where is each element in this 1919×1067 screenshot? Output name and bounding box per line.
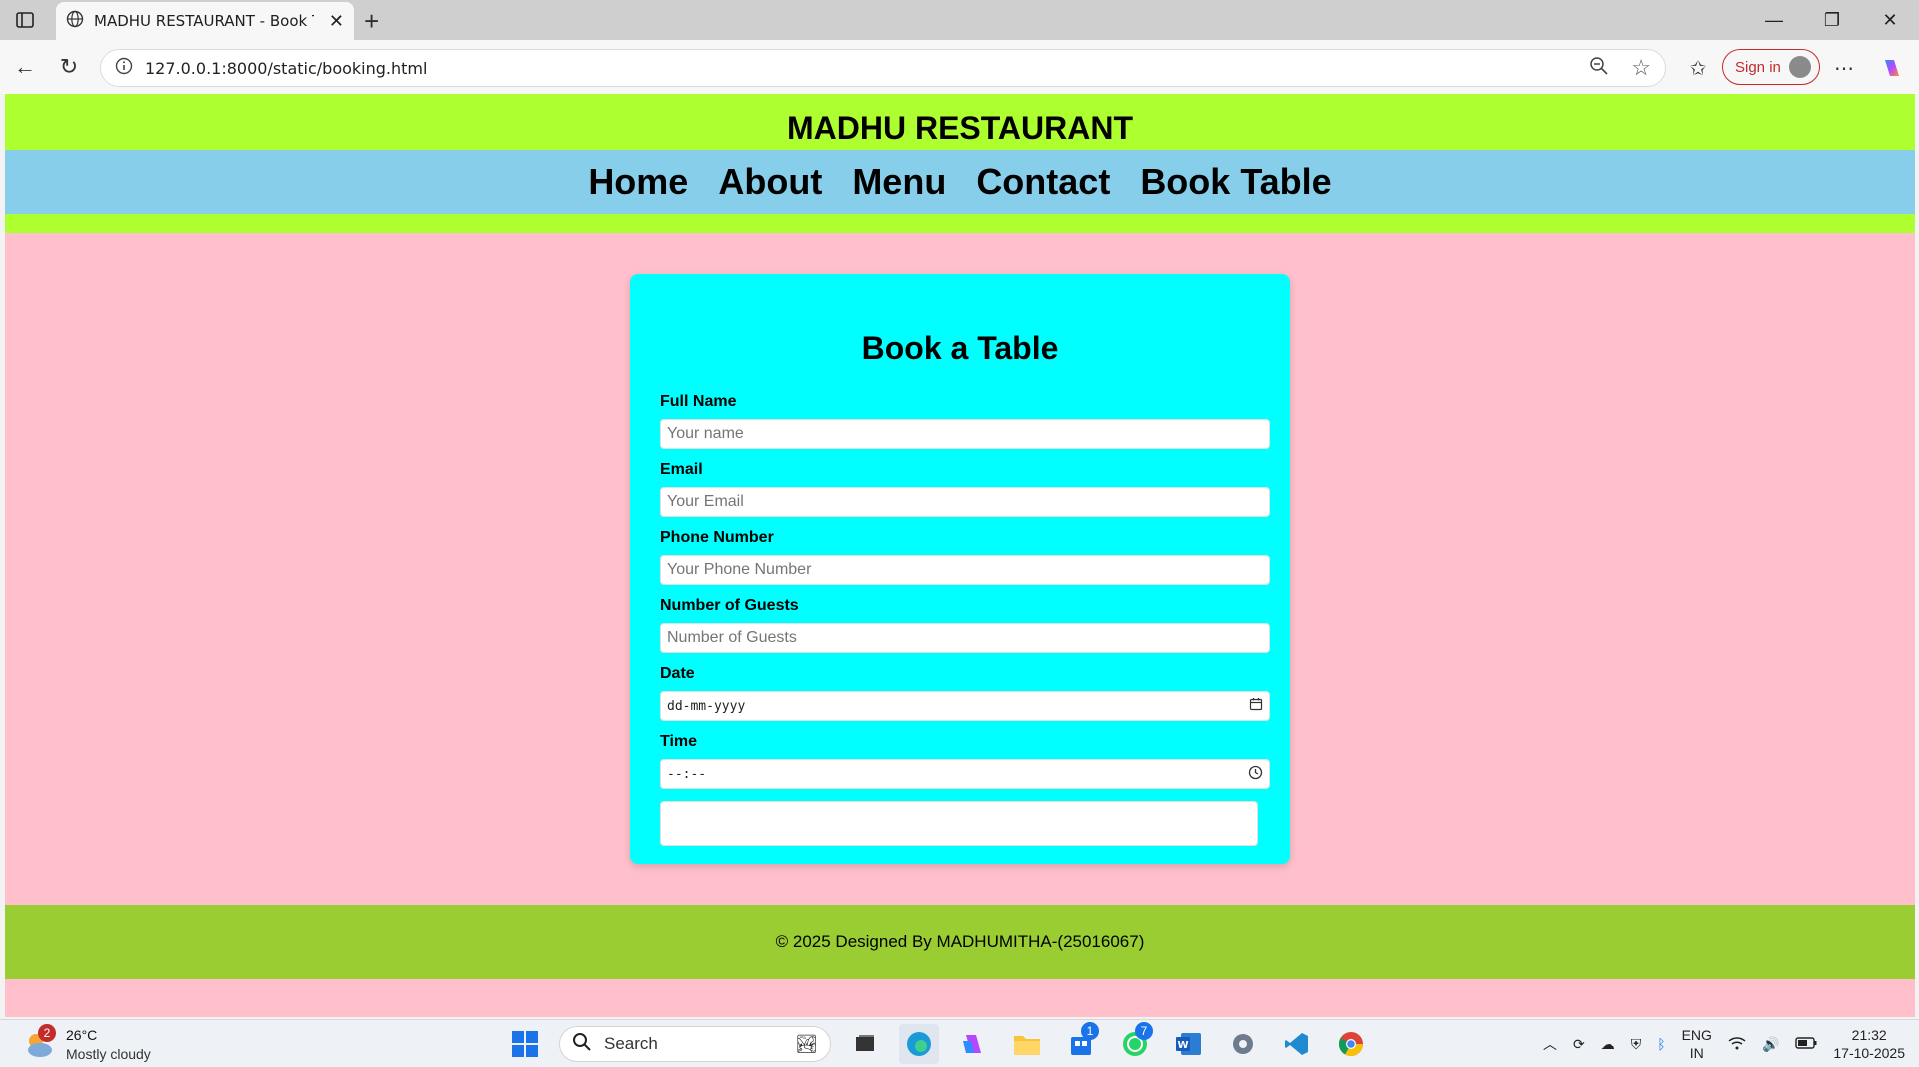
battery-icon[interactable] bbox=[1795, 1036, 1817, 1052]
info-icon[interactable] bbox=[115, 57, 133, 80]
wifi-icon[interactable] bbox=[1728, 1036, 1746, 1053]
reload-icon[interactable]: ↻ bbox=[54, 52, 84, 82]
language-line2: IN bbox=[1689, 1045, 1704, 1061]
copilot-app-icon[interactable] bbox=[953, 1024, 993, 1064]
date-label: Date bbox=[660, 665, 695, 682]
browser-tab-bar: MADHU RESTAURANT - Book Tab ✕ + — ❐ ✕ bbox=[0, 0, 1919, 40]
phone-input[interactable] bbox=[660, 555, 1270, 585]
sync-icon[interactable]: ⟳ bbox=[1573, 1036, 1585, 1053]
restore-icon[interactable]: ❐ bbox=[1803, 0, 1861, 40]
file-explorer-icon[interactable] bbox=[1007, 1024, 1047, 1064]
guests-label: Number of Guests bbox=[660, 597, 799, 614]
submit-button[interactable] bbox=[660, 801, 1258, 846]
svg-text:W: W bbox=[1177, 1040, 1188, 1051]
site-title: MADHU RESTAURANT bbox=[786, 110, 1134, 146]
guests-input[interactable] bbox=[660, 623, 1270, 653]
calendar-icon[interactable] bbox=[1249, 697, 1263, 715]
task-view-icon[interactable] bbox=[845, 1024, 885, 1064]
sidebar-icon[interactable] bbox=[10, 8, 40, 32]
settings-icon[interactable] bbox=[1223, 1024, 1263, 1064]
bluetooth-icon[interactable]: ᛒ bbox=[1657, 1036, 1665, 1052]
url-text: 127.0.0.1:8000/static/booking.html bbox=[145, 58, 428, 78]
whatsapp-icon[interactable]: 7 bbox=[1115, 1022, 1155, 1064]
date-input[interactable]: dd-mm-yyyy bbox=[660, 691, 1270, 721]
volume-icon[interactable]: 🔊 bbox=[1762, 1036, 1779, 1053]
taskbar-apps: Search 🏞 1 7 W bbox=[505, 1022, 1371, 1064]
site-nav: Home About Menu Contact Book Table bbox=[5, 150, 1915, 214]
date-placeholder: dd-mm-yyyy bbox=[667, 698, 746, 714]
url-field[interactable]: 127.0.0.1:8000/static/booking.html ☆ bbox=[100, 49, 1666, 87]
globe-icon bbox=[66, 10, 84, 33]
footer-text: © 2025 Designed By MADHUMITHA-(25016067) bbox=[775, 932, 1145, 951]
clock-date: 17-10-2025 bbox=[1833, 1045, 1905, 1061]
clock-time: 21:32 bbox=[1851, 1027, 1887, 1043]
clock[interactable]: 21:32 17-10-2025 bbox=[1833, 1026, 1905, 1062]
cloud-off-icon[interactable]: ☁ bbox=[1601, 1036, 1615, 1053]
time-label: Time bbox=[660, 733, 698, 750]
time-placeholder: --:-- bbox=[667, 766, 707, 782]
search-highlight-icon: 🏞 bbox=[795, 1033, 818, 1054]
weather-temp: 26°C bbox=[66, 1027, 98, 1043]
chevron-up-icon[interactable]: ︿ bbox=[1543, 1034, 1557, 1054]
search-label: Search bbox=[604, 1034, 658, 1053]
system-tray: ︿ ⟳ ☁ ⛨ ᛒ ENG IN 🔊 21:32 17-10-2025 bbox=[1543, 1024, 1905, 1064]
booking-card: Book a Table Full Name Email Phone Numbe… bbox=[630, 274, 1290, 864]
sign-in-label: Sign in bbox=[1735, 58, 1781, 76]
store-icon[interactable]: 1 bbox=[1061, 1022, 1101, 1064]
page-viewport: MADHU RESTAURANT Home About Menu Contact… bbox=[5, 94, 1915, 1017]
site-footer: © 2025 Designed By MADHUMITHA-(25016067) bbox=[5, 905, 1915, 979]
store-badge: 1 bbox=[1081, 1022, 1099, 1040]
time-input[interactable]: --:-- bbox=[660, 759, 1270, 789]
star-icon[interactable]: ☆ bbox=[1631, 55, 1651, 81]
language-indicator[interactable]: ENG IN bbox=[1682, 1026, 1712, 1062]
browser-tab[interactable]: MADHU RESTAURANT - Book Tab ✕ bbox=[56, 2, 354, 40]
windows-start-icon[interactable] bbox=[505, 1024, 545, 1064]
word-icon[interactable]: W bbox=[1169, 1024, 1209, 1064]
plus-icon[interactable]: + bbox=[364, 6, 379, 37]
nav-contact[interactable]: Contact bbox=[976, 161, 1110, 203]
clock-icon[interactable] bbox=[1248, 765, 1263, 784]
whatsapp-badge: 7 bbox=[1135, 1022, 1153, 1040]
nav-book-table[interactable]: Book Table bbox=[1140, 161, 1331, 203]
favorites-icon[interactable]: ✩ bbox=[1684, 54, 1712, 82]
nav-home[interactable]: Home bbox=[588, 161, 688, 203]
address-bar-row: ← ↻ 127.0.0.1:8000/static/booking.html ☆… bbox=[0, 40, 1919, 94]
window-controls: — ❐ ✕ bbox=[1745, 0, 1919, 40]
window-close-icon[interactable]: ✕ bbox=[1861, 0, 1919, 40]
taskbar-search[interactable]: Search 🏞 bbox=[559, 1026, 831, 1062]
cloud-icon: 2 bbox=[22, 1024, 56, 1062]
email-input[interactable] bbox=[660, 487, 1270, 517]
site-header: MADHU RESTAURANT Home About Menu Contact… bbox=[5, 94, 1915, 233]
sign-in-button[interactable]: Sign in bbox=[1722, 49, 1820, 85]
phone-label: Phone Number bbox=[660, 529, 774, 546]
weather-condition: Mostly cloudy bbox=[66, 1046, 151, 1062]
full-name-input[interactable] bbox=[660, 419, 1270, 449]
avatar bbox=[1789, 56, 1811, 78]
weather-widget[interactable]: 2 26°C Mostly cloudy bbox=[22, 1024, 151, 1064]
minimize-icon[interactable]: — bbox=[1745, 0, 1803, 40]
full-name-label: Full Name bbox=[660, 393, 737, 410]
nav-about[interactable]: About bbox=[718, 161, 822, 203]
close-icon[interactable]: ✕ bbox=[329, 11, 344, 32]
tab-title: MADHU RESTAURANT - Book Tab bbox=[94, 12, 314, 30]
taskbar: 2 26°C Mostly cloudy Search 🏞 1 7 W ︿ ⟳ … bbox=[0, 1019, 1919, 1067]
weather-badge: 2 bbox=[38, 1024, 56, 1042]
copilot-icon[interactable] bbox=[1878, 54, 1906, 82]
back-icon[interactable]: ← bbox=[10, 52, 40, 82]
shield-icon[interactable]: ⛨ bbox=[1631, 1036, 1642, 1053]
email-label: Email bbox=[660, 461, 703, 478]
chrome-icon[interactable] bbox=[1331, 1024, 1371, 1064]
language-line1: ENG bbox=[1681, 1027, 1712, 1043]
vscode-icon[interactable] bbox=[1277, 1024, 1317, 1064]
more-icon[interactable]: ⋯ bbox=[1830, 54, 1858, 82]
edge-icon[interactable] bbox=[899, 1024, 939, 1064]
search-icon bbox=[572, 1032, 592, 1057]
nav-menu[interactable]: Menu bbox=[852, 161, 946, 203]
zoom-out-icon[interactable] bbox=[1589, 56, 1609, 81]
booking-title: Book a Table bbox=[861, 330, 1059, 366]
